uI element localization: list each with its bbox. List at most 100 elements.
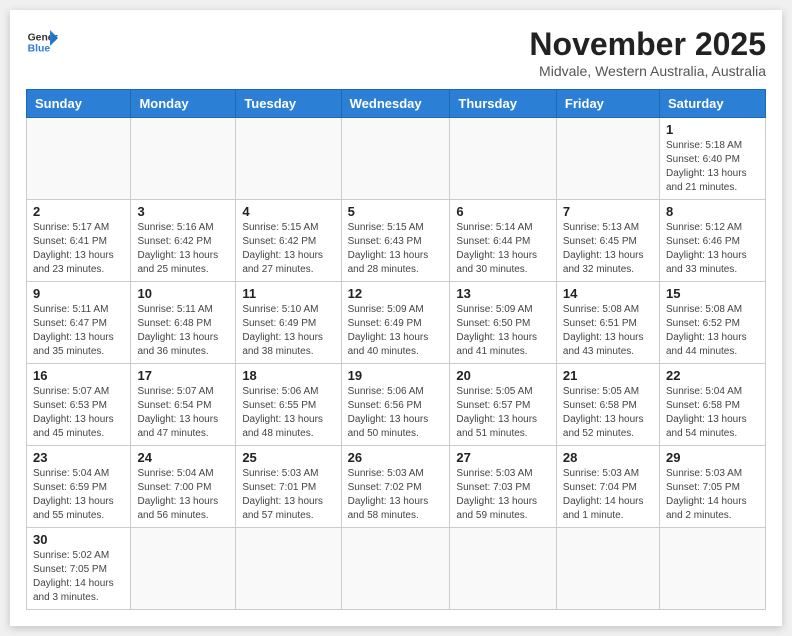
calendar-cell-1-2: 4 Sunrise: 5:15 AM Sunset: 6:42 PM Daylig… <box>236 200 341 282</box>
day-number-15: 15 <box>666 286 759 301</box>
day-info-24: Sunrise: 5:04 AM Sunset: 7:00 PM Dayligh… <box>137 467 229 523</box>
day-info-16: Sunrise: 5:07 AM Sunset: 6:53 PM Dayligh… <box>33 385 124 441</box>
day-info-8: Sunrise: 5:12 AM Sunset: 6:46 PM Dayligh… <box>666 221 759 277</box>
calendar-cell-3-1: 17 Sunrise: 5:07 AM Sunset: 6:54 PM Dayli… <box>131 364 236 446</box>
day-info-28: Sunrise: 5:03 AM Sunset: 7:04 PM Dayligh… <box>563 467 653 523</box>
calendar-container: General Blue November 2025 Midvale, West… <box>10 10 782 626</box>
calendar-cell-1-6: 8 Sunrise: 5:12 AM Sunset: 6:46 PM Daylig… <box>659 200 765 282</box>
day-number-8: 8 <box>666 204 759 219</box>
day-number-6: 6 <box>456 204 549 219</box>
calendar-cell-4-2: 25Sunrise: 5:03 AM Sunset: 7:01 PM Dayli… <box>236 446 341 528</box>
calendar-cell-0-4 <box>450 118 556 200</box>
calendar-title: November 2025 <box>529 26 766 63</box>
day-number-26: 26 <box>348 450 444 465</box>
day-number-1: 1 <box>666 122 759 137</box>
calendar-cell-5-1 <box>131 528 236 610</box>
week-row-0: 1Sunrise: 5:18 AM Sunset: 6:40 PM Daylig… <box>27 118 766 200</box>
calendar-cell-2-0: 9Sunrise: 5:11 AM Sunset: 6:47 PM Daylig… <box>27 282 131 364</box>
calendar-cell-4-3: 26 Sunrise: 5:03 AM Sunset: 7:02 PM Dayli… <box>341 446 450 528</box>
day-info-4: Sunrise: 5:15 AM Sunset: 6:42 PM Dayligh… <box>242 221 334 277</box>
calendar-cell-2-5: 14 Sunrise: 5:08 AM Sunset: 6:51 PM Dayli… <box>556 282 659 364</box>
day-number-17: 17 <box>137 368 229 383</box>
header-tuesday: Tuesday <box>236 90 341 118</box>
week-row-2: 9Sunrise: 5:11 AM Sunset: 6:47 PM Daylig… <box>27 282 766 364</box>
calendar-cell-3-3: 19 Sunrise: 5:06 AM Sunset: 6:56 PM Dayli… <box>341 364 450 446</box>
calendar-cell-3-4: 20 Sunrise: 5:05 AM Sunset: 6:57 PM Dayli… <box>450 364 556 446</box>
day-info-14: Sunrise: 5:08 AM Sunset: 6:51 PM Dayligh… <box>563 303 653 359</box>
calendar-cell-0-0 <box>27 118 131 200</box>
calendar-cell-3-6: 22Sunrise: 5:04 AM Sunset: 6:58 PM Dayli… <box>659 364 765 446</box>
logo-area: General Blue <box>26 26 58 58</box>
calendar-cell-0-6: 1Sunrise: 5:18 AM Sunset: 6:40 PM Daylig… <box>659 118 765 200</box>
day-info-3: Sunrise: 5:16 AM Sunset: 6:42 PM Dayligh… <box>137 221 229 277</box>
calendar-cell-2-2: 11 Sunrise: 5:10 AM Sunset: 6:49 PM Dayli… <box>236 282 341 364</box>
week-row-1: 2Sunrise: 5:17 AM Sunset: 6:41 PM Daylig… <box>27 200 766 282</box>
calendar-cell-4-1: 24 Sunrise: 5:04 AM Sunset: 7:00 PM Dayli… <box>131 446 236 528</box>
calendar-cell-5-0: 30Sunrise: 5:02 AM Sunset: 7:05 PM Dayli… <box>27 528 131 610</box>
day-number-19: 19 <box>348 368 444 383</box>
week-row-4: 23Sunrise: 5:04 AM Sunset: 6:59 PM Dayli… <box>27 446 766 528</box>
calendar-subtitle: Midvale, Western Australia, Australia <box>529 63 766 79</box>
day-info-25: Sunrise: 5:03 AM Sunset: 7:01 PM Dayligh… <box>242 467 334 523</box>
calendar-cell-1-0: 2Sunrise: 5:17 AM Sunset: 6:41 PM Daylig… <box>27 200 131 282</box>
day-info-22: Sunrise: 5:04 AM Sunset: 6:58 PM Dayligh… <box>666 385 759 441</box>
header-monday: Monday <box>131 90 236 118</box>
calendar-cell-1-3: 5Sunrise: 5:15 AM Sunset: 6:43 PM Daylig… <box>341 200 450 282</box>
day-info-19: Sunrise: 5:06 AM Sunset: 6:56 PM Dayligh… <box>348 385 444 441</box>
day-info-11: Sunrise: 5:10 AM Sunset: 6:49 PM Dayligh… <box>242 303 334 359</box>
day-number-11: 11 <box>242 286 334 301</box>
day-info-26: Sunrise: 5:03 AM Sunset: 7:02 PM Dayligh… <box>348 467 444 523</box>
day-info-9: Sunrise: 5:11 AM Sunset: 6:47 PM Dayligh… <box>33 303 124 359</box>
day-info-7: Sunrise: 5:13 AM Sunset: 6:45 PM Dayligh… <box>563 221 653 277</box>
day-info-20: Sunrise: 5:05 AM Sunset: 6:57 PM Dayligh… <box>456 385 549 441</box>
day-number-24: 24 <box>137 450 229 465</box>
day-number-12: 12 <box>348 286 444 301</box>
calendar-cell-4-0: 23Sunrise: 5:04 AM Sunset: 6:59 PM Dayli… <box>27 446 131 528</box>
day-info-10: Sunrise: 5:11 AM Sunset: 6:48 PM Dayligh… <box>137 303 229 359</box>
day-number-29: 29 <box>666 450 759 465</box>
day-info-17: Sunrise: 5:07 AM Sunset: 6:54 PM Dayligh… <box>137 385 229 441</box>
day-number-21: 21 <box>563 368 653 383</box>
header-section: General Blue November 2025 Midvale, West… <box>26 26 766 79</box>
calendar-cell-5-3 <box>341 528 450 610</box>
week-row-5: 30Sunrise: 5:02 AM Sunset: 7:05 PM Dayli… <box>27 528 766 610</box>
calendar-cell-3-0: 16 Sunrise: 5:07 AM Sunset: 6:53 PM Dayli… <box>27 364 131 446</box>
weekday-header-row: Sunday Monday Tuesday Wednesday Thursday… <box>27 90 766 118</box>
calendar-cell-5-5 <box>556 528 659 610</box>
day-number-13: 13 <box>456 286 549 301</box>
day-info-29: Sunrise: 5:03 AM Sunset: 7:05 PM Dayligh… <box>666 467 759 523</box>
day-info-2: Sunrise: 5:17 AM Sunset: 6:41 PM Dayligh… <box>33 221 124 277</box>
header-thursday: Thursday <box>450 90 556 118</box>
calendar-cell-2-3: 12 Sunrise: 5:09 AM Sunset: 6:49 PM Dayli… <box>341 282 450 364</box>
calendar-cell-0-2 <box>236 118 341 200</box>
calendar-cell-5-6 <box>659 528 765 610</box>
logo-icon: General Blue <box>26 26 58 58</box>
day-info-30: Sunrise: 5:02 AM Sunset: 7:05 PM Dayligh… <box>33 549 124 605</box>
calendar-cell-0-5 <box>556 118 659 200</box>
day-number-18: 18 <box>242 368 334 383</box>
day-info-18: Sunrise: 5:06 AM Sunset: 6:55 PM Dayligh… <box>242 385 334 441</box>
calendar-cell-2-4: 13 Sunrise: 5:09 AM Sunset: 6:50 PM Dayli… <box>450 282 556 364</box>
day-info-13: Sunrise: 5:09 AM Sunset: 6:50 PM Dayligh… <box>456 303 549 359</box>
day-number-5: 5 <box>348 204 444 219</box>
calendar-cell-1-1: 3Sunrise: 5:16 AM Sunset: 6:42 PM Daylig… <box>131 200 236 282</box>
day-info-15: Sunrise: 5:08 AM Sunset: 6:52 PM Dayligh… <box>666 303 759 359</box>
calendar-cell-1-4: 6Sunrise: 5:14 AM Sunset: 6:44 PM Daylig… <box>450 200 556 282</box>
day-number-14: 14 <box>563 286 653 301</box>
calendar-cell-4-4: 27Sunrise: 5:03 AM Sunset: 7:03 PM Dayli… <box>450 446 556 528</box>
day-number-28: 28 <box>563 450 653 465</box>
day-info-12: Sunrise: 5:09 AM Sunset: 6:49 PM Dayligh… <box>348 303 444 359</box>
calendar-cell-3-2: 18 Sunrise: 5:06 AM Sunset: 6:55 PM Dayli… <box>236 364 341 446</box>
day-number-20: 20 <box>456 368 549 383</box>
day-number-7: 7 <box>563 204 653 219</box>
day-number-16: 16 <box>33 368 124 383</box>
week-row-3: 16 Sunrise: 5:07 AM Sunset: 6:53 PM Dayli… <box>27 364 766 446</box>
calendar-cell-1-5: 7 Sunrise: 5:13 AM Sunset: 6:45 PM Daylig… <box>556 200 659 282</box>
day-number-4: 4 <box>242 204 334 219</box>
calendar-cell-4-6: 29 Sunrise: 5:03 AM Sunset: 7:05 PM Dayli… <box>659 446 765 528</box>
calendar-cell-2-6: 15 Sunrise: 5:08 AM Sunset: 6:52 PM Dayli… <box>659 282 765 364</box>
title-area: November 2025 Midvale, Western Australia… <box>529 26 766 79</box>
header-saturday: Saturday <box>659 90 765 118</box>
calendar-cell-0-3 <box>341 118 450 200</box>
calendar-cell-5-4 <box>450 528 556 610</box>
